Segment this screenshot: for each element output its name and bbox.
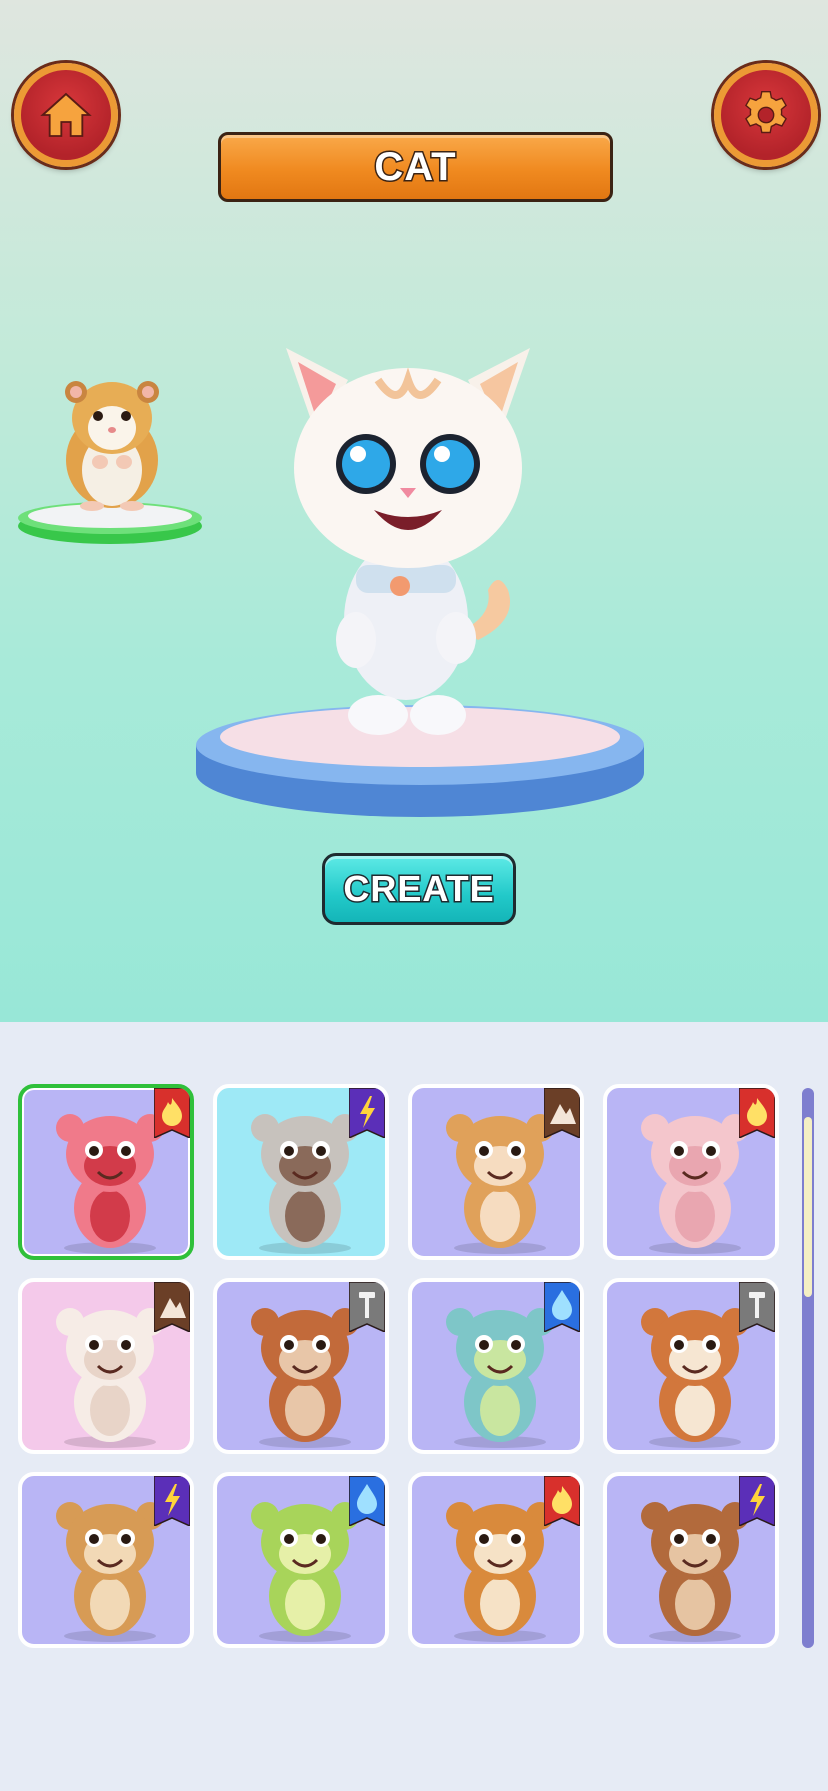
fire-element-badge: [544, 1476, 580, 1526]
character-card-tiger[interactable]: [408, 1472, 584, 1648]
create-button[interactable]: CREATE: [322, 853, 516, 925]
mountain-element-badge: [544, 1088, 580, 1138]
gear-icon: [745, 90, 787, 134]
cat-character[interactable]: [278, 340, 538, 738]
character-card-bear[interactable]: [603, 1472, 779, 1648]
character-selection-panel: [0, 1022, 828, 1791]
character-card-monkey-scarf[interactable]: [18, 1472, 194, 1648]
create-button-label: CREATE: [342, 867, 495, 911]
fire-element-badge: [154, 1088, 190, 1138]
lightning-element-badge: [739, 1476, 775, 1526]
character-card-robot-cat[interactable]: [18, 1084, 194, 1260]
water-element-badge: [544, 1282, 580, 1332]
character-card-dragon-mouse[interactable]: [408, 1278, 584, 1454]
metal-element-badge: [739, 1282, 775, 1332]
hamster-character[interactable]: [56, 370, 168, 512]
character-stage: CAT CREATE: [0, 0, 828, 1022]
settings-button[interactable]: [714, 63, 818, 167]
character-card-puppy[interactable]: [213, 1278, 389, 1454]
lightning-element-badge: [154, 1476, 190, 1526]
character-card-monkey[interactable]: [408, 1084, 584, 1260]
character-card-frog[interactable]: [213, 1472, 389, 1648]
character-card-dog[interactable]: [213, 1084, 389, 1260]
home-button[interactable]: [14, 63, 118, 167]
scrollbar-thumb[interactable]: [804, 1117, 812, 1297]
metal-element-badge: [349, 1282, 385, 1332]
fire-element-badge: [739, 1088, 775, 1138]
character-card-fluffy-cat[interactable]: [18, 1278, 194, 1454]
mountain-element-badge: [154, 1282, 190, 1332]
character-title-banner: CAT: [218, 132, 613, 202]
character-title: CAT: [373, 143, 457, 190]
home-icon: [40, 92, 92, 137]
character-card-pig[interactable]: [603, 1084, 779, 1260]
lightning-element-badge: [349, 1088, 385, 1138]
water-element-badge: [349, 1476, 385, 1526]
character-card-squirrel[interactable]: [603, 1278, 779, 1454]
